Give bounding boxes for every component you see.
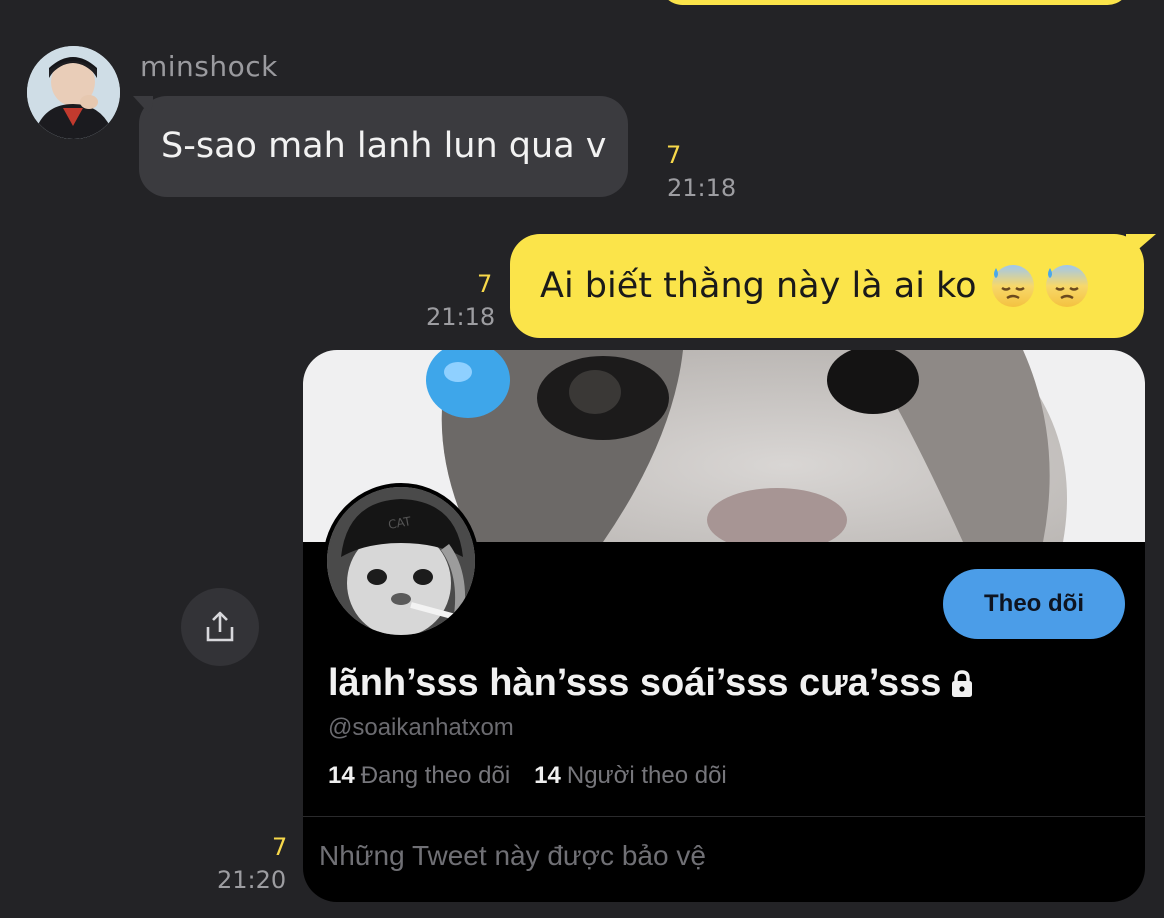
share-button[interactable] bbox=[181, 588, 259, 666]
message-time: 21:18 bbox=[667, 174, 737, 202]
profile-avatar[interactable]: CAT bbox=[323, 483, 479, 639]
outgoing-message-bubble[interactable]: Ai biết thằng này là ai ko bbox=[510, 234, 1144, 338]
message-time: 21:20 bbox=[217, 866, 287, 894]
incoming-message-bubble[interactable]: S-sao mah lanh lun qua v bbox=[139, 96, 629, 197]
following-label[interactable]: Đang theo dõi bbox=[361, 762, 510, 789]
message-time: 21:18 bbox=[426, 303, 496, 331]
previous-outgoing-bubble[interactable] bbox=[660, 0, 1130, 5]
image-message[interactable]: CAT Theo dõi lãnh’sss hàn’sss soái’sss c… bbox=[303, 350, 1145, 902]
lock-icon bbox=[952, 669, 973, 697]
follow-button[interactable]: Theo dõi bbox=[943, 569, 1125, 639]
sender-avatar[interactable] bbox=[27, 46, 120, 139]
downcast-face-with-sweat-emoji bbox=[991, 265, 1034, 307]
share-icon bbox=[206, 611, 234, 642]
chat-screen: minshock S-sao mah lanh lun qua v 7 21:1… bbox=[0, 0, 1164, 918]
display-name-text: lãnh’sss hàn’sss soái’sss cưa’sss bbox=[328, 662, 942, 704]
profile-display-name: lãnh’sss hàn’sss soái’sss cưa’sss bbox=[328, 662, 977, 705]
divider bbox=[303, 816, 1145, 817]
protected-tweets-notice: Những Tweet này được bảo vệ bbox=[319, 840, 706, 871]
unread-count: 7 bbox=[272, 833, 288, 861]
followers-label[interactable]: Người theo dõi bbox=[567, 762, 727, 789]
downcast-face-with-sweat-emoji bbox=[1045, 265, 1088, 307]
outgoing-message-text: Ai biết thằng này là ai ko bbox=[540, 266, 977, 306]
unread-count: 7 bbox=[477, 270, 493, 298]
followers-count: 14 bbox=[534, 762, 561, 789]
profile-handle: @soaikanhatxom bbox=[328, 714, 514, 741]
sender-name: minshock bbox=[140, 50, 278, 83]
unread-count: 7 bbox=[666, 141, 682, 169]
profile-stats: 14 Đang theo dõi 14 Người theo dõi bbox=[328, 762, 727, 790]
following-count: 14 bbox=[328, 762, 355, 789]
